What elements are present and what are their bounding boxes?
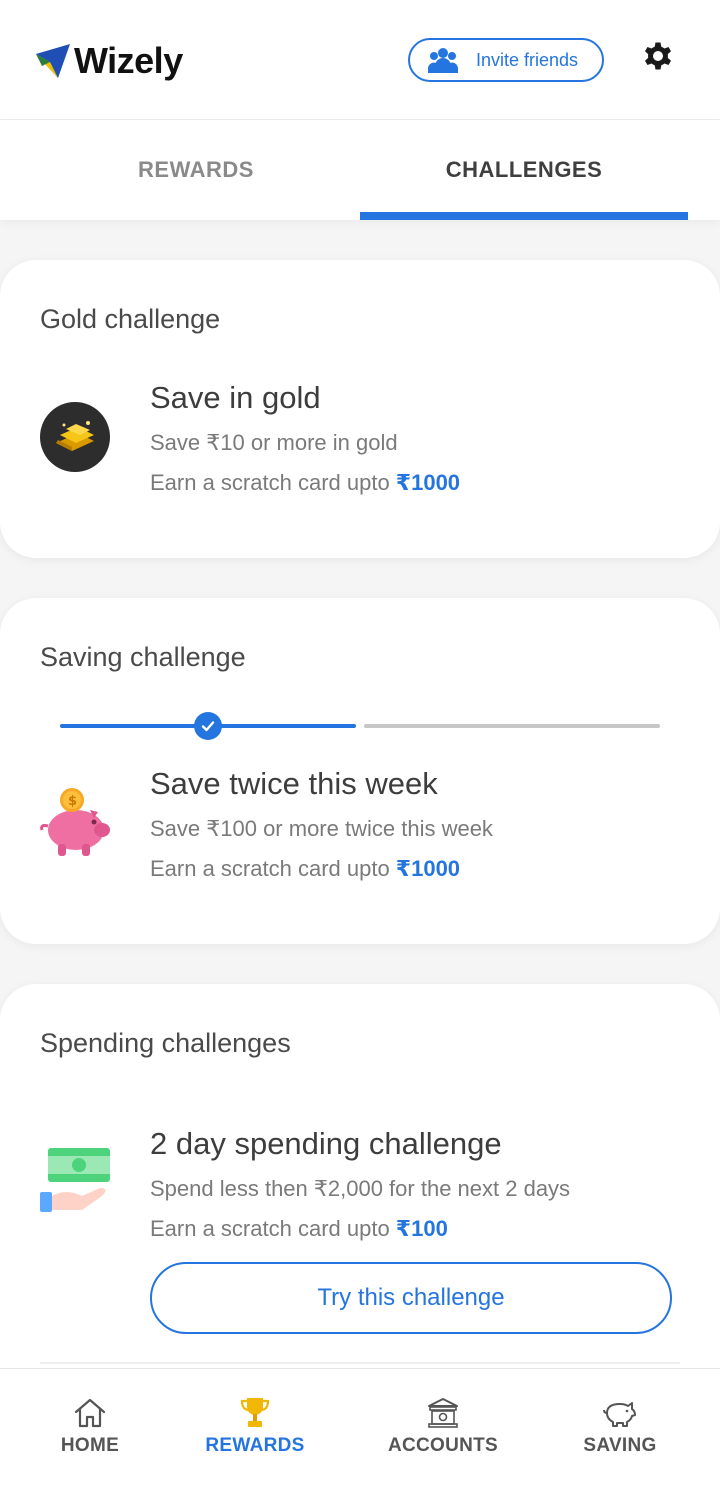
reward-prefix: Earn a scratch card upto <box>150 1216 396 1241</box>
nav-saving-label: SAVING <box>583 1435 657 1456</box>
money-hand-icon <box>40 1148 110 1212</box>
challenge-description: Save ₹10 or more in gold <box>150 430 398 455</box>
tab-rewards[interactable]: REWARDS <box>32 120 360 220</box>
trophy-icon <box>240 1398 270 1427</box>
reward-prefix: Earn a scratch card upto <box>150 856 396 881</box>
app-header: Wizely Invite friends <box>0 0 720 120</box>
reward-amount: ₹100 <box>395 1216 448 1241</box>
invite-friends-label: Invite friends <box>476 49 579 70</box>
nav-rewards-label: REWARDS <box>205 1435 305 1456</box>
challenge-reward: Earn a scratch card upto ₹1000 <box>150 856 460 882</box>
tab-challenges[interactable]: CHALLENGES <box>360 120 688 220</box>
invite-friends-button[interactable]: Invite friends <box>408 38 604 82</box>
bottom-navigation: HOME REWARDS ACCOUNTS SAVING <box>0 1368 720 1488</box>
divider <box>40 1362 680 1364</box>
saving-challenge-card[interactable]: Saving challenge $ Save twice this week … <box>0 598 720 944</box>
brand-logo: Wizely <box>36 40 183 82</box>
card-title: Spending challenges <box>40 1028 291 1058</box>
card-title: Gold challenge <box>40 304 221 334</box>
checkmark-icon <box>194 712 222 740</box>
challenge-title: Save in gold <box>150 380 321 415</box>
svg-text:$: $ <box>68 794 77 809</box>
challenge-reward: Earn a scratch card upto ₹100 <box>150 1216 448 1242</box>
gold-challenge-card[interactable]: Gold challenge Save in gold Save ₹10 or … <box>0 260 720 558</box>
challenge-title: 2 day spending challenge <box>150 1126 502 1161</box>
brand-name: Wizely <box>74 40 183 81</box>
piggy-bank-icon <box>603 1402 636 1427</box>
progress-step-2 <box>364 724 660 728</box>
nav-rewards[interactable]: REWARDS <box>195 1369 315 1488</box>
active-tab-indicator <box>360 212 688 220</box>
challenge-description: Spend less then ₹2,000 for the next 2 da… <box>150 1176 571 1201</box>
nav-home-label: HOME <box>60 1435 120 1456</box>
card-title: Saving challenge <box>40 642 246 672</box>
reward-prefix: Earn a scratch card upto <box>150 470 396 495</box>
nav-saving[interactable]: SAVING <box>570 1369 670 1488</box>
home-icon <box>74 1398 106 1428</box>
nav-accounts-label: ACCOUNTS <box>387 1435 499 1456</box>
people-icon <box>428 48 458 73</box>
reward-amount: ₹1000 <box>395 470 461 495</box>
gold-bars-icon <box>40 402 110 472</box>
reward-amount: ₹1000 <box>395 856 461 881</box>
try-challenge-button[interactable]: Try this challenge <box>150 1262 672 1334</box>
challenge-title: Save twice this week <box>150 766 438 801</box>
gear-icon[interactable] <box>640 38 676 74</box>
challenge-description: Save ₹100 or more twice this week <box>150 816 493 841</box>
tab-bar: REWARDS CHALLENGES <box>0 120 720 220</box>
nav-home[interactable]: HOME <box>40 1369 140 1488</box>
bank-icon <box>428 1398 458 1428</box>
piggy-bank-icon: $ <box>40 788 110 856</box>
wizely-logo-icon <box>36 44 70 78</box>
challenge-reward: Earn a scratch card upto ₹1000 <box>150 470 460 496</box>
nav-accounts[interactable]: ACCOUNTS <box>383 1369 503 1488</box>
